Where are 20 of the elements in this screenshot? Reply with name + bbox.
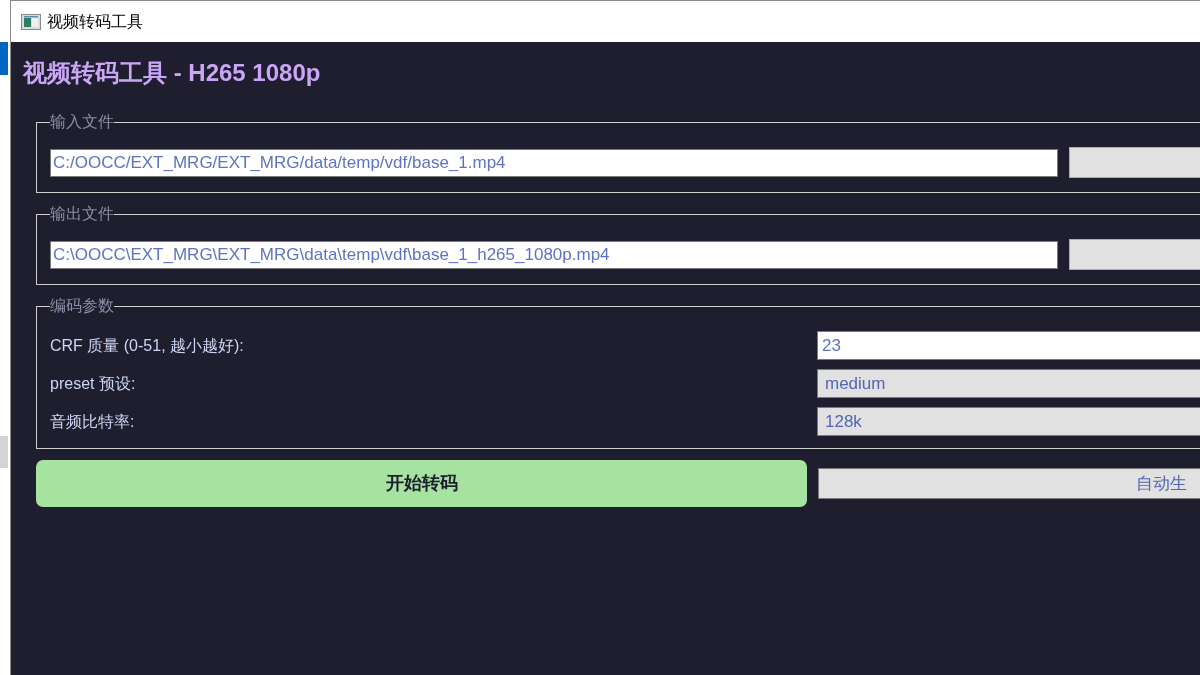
param-label: 音频比特率: — [50, 411, 136, 432]
param-label: CRF 质量 (0-51, 越小越好): — [50, 335, 245, 356]
param-label: preset 预设: — [50, 373, 137, 394]
text-field[interactable]: 自动生 — [818, 468, 1200, 499]
spin-box[interactable]: 23 — [817, 331, 1200, 360]
window-icon — [21, 13, 41, 30]
group-title: 输出文件 — [50, 204, 114, 224]
group-title: 输入文件 — [50, 112, 114, 132]
start-button[interactable]: 开始转码 — [36, 460, 807, 507]
path-field[interactable]: C:\OOCC\EXT_MRG\EXT_MRG\data\temp\vdf\base_1_h265_1080p.mp4 — [50, 240, 1058, 269]
scrollbar-thumb — [0, 436, 8, 468]
combo-box[interactable]: 128k — [817, 407, 1200, 436]
app-title: 视频转码工具 - H265 1080p — [23, 58, 322, 88]
combo-box[interactable]: medium — [817, 369, 1200, 398]
group-title: 编码参数 — [50, 296, 114, 316]
window-title: 视频转码工具 — [47, 11, 143, 32]
accent-bar — [0, 42, 8, 75]
button[interactable] — [1069, 239, 1200, 270]
button[interactable] — [1069, 147, 1200, 178]
path-field[interactable]: C:/OOCC/EXT_MRG/EXT_MRG/data/temp/vdf/base_1.mp4 — [50, 148, 1058, 177]
